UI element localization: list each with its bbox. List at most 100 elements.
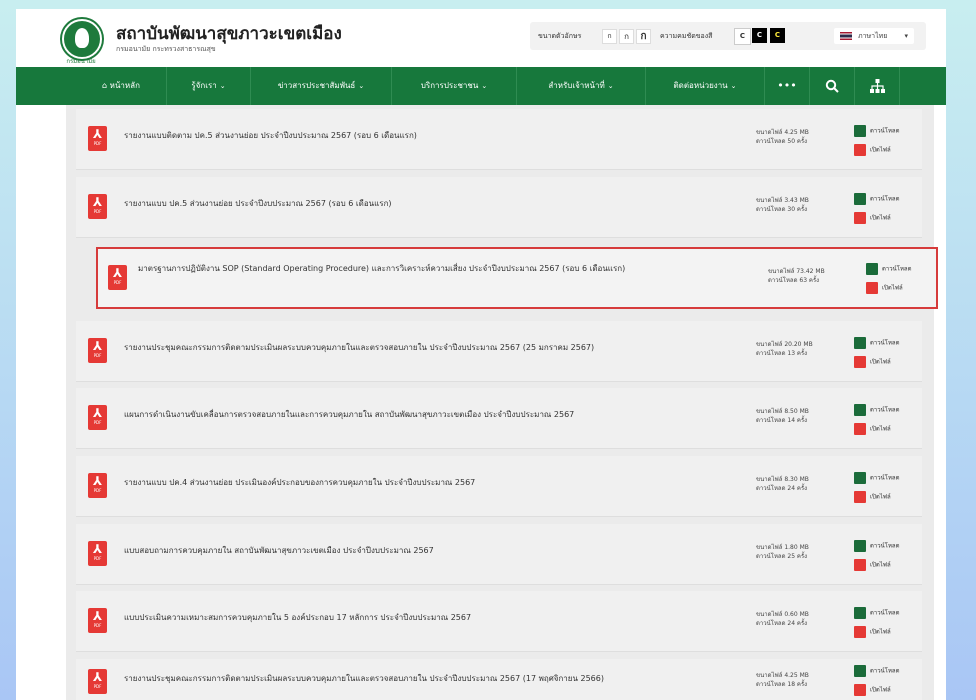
document-meta: ขนาดไฟล์ 4.25 MB ดาวน์โหลด 18 ครั้ง	[756, 671, 809, 689]
preview-link[interactable]: เปิดไฟล์	[854, 559, 891, 571]
document-row: ⅄ PDF แบบประเมินความเหมาะสมการควบคุมภายใน…	[76, 591, 922, 652]
nav-news-label: ข่าวสารประชาสัมพันธ์	[277, 81, 356, 90]
download-link[interactable]: ดาวน์โหลด	[854, 607, 900, 619]
download-count: ดาวน์โหลด 24 ครั้ง	[756, 485, 808, 492]
document-title[interactable]: รายงานแบบ ปค.4 ส่วนงานย่อย ประเมินองค์ปร…	[124, 477, 744, 489]
download-icon	[854, 404, 866, 416]
pdf-preview-icon	[854, 144, 866, 156]
document-row: ⅄ PDF รายงานแบบติดตาม ปค.5 ส่วนงานย่อย ปร…	[76, 109, 922, 170]
chevron-down-icon: ⌄	[481, 82, 488, 90]
sitemap-icon	[869, 79, 885, 93]
pdf-file-icon: ⅄ PDF	[88, 669, 107, 694]
document-title[interactable]: รายงานแบบ ปค.5 ส่วนงานย่อย ประจำปีงบประม…	[124, 198, 744, 210]
preview-link[interactable]: เปิดไฟล์	[854, 423, 891, 435]
pdf-preview-icon	[854, 356, 866, 368]
download-link[interactable]: ดาวน์โหลด	[866, 263, 912, 275]
file-size: ขนาดไฟล์ 20.20 MB	[756, 341, 813, 348]
file-size: ขนาดไฟล์ 4.25 MB	[756, 129, 809, 136]
file-size: ขนาดไฟล์ 1.80 MB	[756, 544, 809, 551]
font-size-label: ขนาดตัวอักษร	[538, 32, 582, 40]
document-title[interactable]: รายงานประชุมคณะกรรมการติดตามประเมินผลระบ…	[124, 342, 744, 354]
pdf-file-icon: ⅄ PDF	[88, 338, 107, 363]
download-count: ดาวน์โหลด 30 ครั้ง	[756, 206, 808, 213]
nav-services-label: บริการประชาชน	[420, 81, 479, 90]
pdf-file-icon: ⅄ PDF	[88, 194, 107, 219]
font-size-medium-button[interactable]: ก	[619, 29, 634, 44]
search-button[interactable]	[810, 67, 855, 105]
download-link[interactable]: ดาวน์โหลด	[854, 404, 900, 416]
contrast-yellow-button[interactable]: C	[770, 28, 785, 43]
download-link[interactable]: ดาวน์โหลด	[854, 337, 900, 349]
pdf-preview-icon	[866, 282, 878, 294]
nav-services[interactable]: บริการประชาชน ⌄	[392, 67, 517, 105]
site-logo[interactable]	[62, 19, 102, 59]
contrast-label: ความคมชัดของสี	[660, 32, 713, 40]
document-title[interactable]: มาตรฐานการปฏิบัติงาน SOP (Standard Opera…	[138, 263, 778, 275]
pdf-preview-icon	[854, 423, 866, 435]
download-icon	[854, 193, 866, 205]
document-title[interactable]: แบบประเมินความเหมาะสมการควบคุมภายใน 5 อง…	[124, 612, 744, 624]
site-subtitle: กรมอนามัย กระทรวงสาธารณสุข	[116, 45, 216, 53]
download-link[interactable]: ดาวน์โหลด	[854, 665, 900, 677]
site-title[interactable]: สถาบันพัฒนาสุขภาวะเขตเมือง	[116, 20, 342, 47]
download-count: ดาวน์โหลด 18 ครั้ง	[756, 681, 808, 688]
nav-staff-label: สำหรับเจ้าหน้าที่	[548, 81, 605, 90]
search-icon	[825, 79, 839, 93]
nav-about[interactable]: รู้จักเรา ⌄	[167, 67, 251, 105]
pdf-preview-icon	[854, 212, 866, 224]
nav-news[interactable]: ข่าวสารประชาสัมพันธ์ ⌄	[251, 67, 392, 105]
thai-flag-icon	[840, 32, 852, 40]
language-select[interactable]: ภาษาไทย ▾	[834, 28, 914, 44]
preview-link[interactable]: เปิดไฟล์	[854, 626, 891, 638]
sitemap-button[interactable]	[855, 67, 900, 105]
pdf-file-icon: ⅄ PDF	[88, 126, 107, 151]
nav-staff[interactable]: สำหรับเจ้าหน้าที่ ⌄	[517, 67, 646, 105]
document-meta: ขนาดไฟล์ 8.30 MB ดาวน์โหลด 24 ครั้ง	[756, 475, 809, 493]
font-size-small-button[interactable]: ก	[602, 29, 617, 44]
document-title[interactable]: แผนการดำเนินงานขับเคลื่อนการตรวจสอบภายใน…	[124, 409, 744, 421]
pdf-file-icon: ⅄ PDF	[88, 473, 107, 498]
download-count: ดาวน์โหลด 13 ครั้ง	[756, 350, 808, 357]
file-size: ขนาดไฟล์ 8.30 MB	[756, 476, 809, 483]
preview-link[interactable]: เปิดไฟล์	[854, 212, 891, 224]
document-title[interactable]: รายงานแบบติดตาม ปค.5 ส่วนงานย่อย ประจำปี…	[124, 130, 744, 142]
document-meta: ขนาดไฟล์ 20.20 MB ดาวน์โหลด 13 ครั้ง	[756, 340, 813, 358]
document-row: ⅄ PDF รายงานแบบ ปค.4 ส่วนงานย่อย ประเมินอ…	[76, 456, 922, 517]
document-row: ⅄ PDF รายงานประชุมคณะกรรมการติดตามประเมิน…	[76, 321, 922, 382]
contrast-normal-button[interactable]: C	[734, 28, 751, 45]
contrast-dark-button[interactable]: C	[752, 28, 767, 43]
download-count: ดาวน์โหลด 14 ครั้ง	[756, 417, 808, 424]
file-size: ขนาดไฟล์ 8.50 MB	[756, 408, 809, 415]
nav-about-label: รู้จักเรา	[191, 81, 217, 90]
pdf-preview-icon	[854, 559, 866, 571]
download-icon	[854, 125, 866, 137]
main-nav: ⌂ หน้าหลัก รู้จักเรา ⌄ ข่าวสารประชาสัมพัน…	[16, 67, 946, 105]
browser-page: กรมอนามัย สถาบันพัฒนาสุขภาวะเขตเมือง กรม…	[16, 9, 946, 700]
download-icon	[854, 472, 866, 484]
pdf-file-icon: ⅄ PDF	[88, 541, 107, 566]
document-meta: ขนาดไฟล์ 4.25 MB ดาวน์โหลด 50 ครั้ง	[756, 128, 809, 146]
document-row-highlighted: ⅄ PDF มาตรฐานการปฏิบัติงาน SOP (Standard …	[96, 247, 938, 309]
download-icon	[854, 540, 866, 552]
preview-link[interactable]: เปิดไฟล์	[854, 144, 891, 156]
download-link[interactable]: ดาวน์โหลด	[854, 193, 900, 205]
nav-contact[interactable]: ติดต่อหน่วยงาน ⌄	[646, 67, 765, 105]
download-icon	[866, 263, 878, 275]
more-menu-button[interactable]: •••	[765, 67, 810, 105]
nav-home[interactable]: ⌂ หน้าหลัก	[76, 67, 167, 105]
document-title[interactable]: รายงานประชุมคณะกรรมการติดตามประเมินผลระบ…	[124, 673, 744, 685]
preview-link[interactable]: เปิดไฟล์	[854, 684, 891, 696]
download-link[interactable]: ดาวน์โหลด	[854, 125, 900, 137]
download-link[interactable]: ดาวน์โหลด	[854, 540, 900, 552]
chevron-down-icon: ⌄	[607, 82, 614, 90]
download-icon	[854, 607, 866, 619]
download-link[interactable]: ดาวน์โหลด	[854, 472, 900, 484]
document-meta: ขนาดไฟล์ 1.80 MB ดาวน์โหลด 25 ครั้ง	[756, 543, 809, 561]
preview-link[interactable]: เปิดไฟล์	[866, 282, 903, 294]
document-row: ⅄ PDF รายงานประชุมคณะกรรมการติดตามประเมิน…	[76, 659, 922, 700]
document-title[interactable]: แบบสอบถามการควบคุมภายใน สถาบันพัฒนาสุขภา…	[124, 545, 744, 557]
preview-link[interactable]: เปิดไฟล์	[854, 356, 891, 368]
pdf-file-icon: ⅄ PDF	[88, 608, 107, 633]
preview-link[interactable]: เปิดไฟล์	[854, 491, 891, 503]
font-size-large-button[interactable]: ก	[636, 29, 651, 44]
